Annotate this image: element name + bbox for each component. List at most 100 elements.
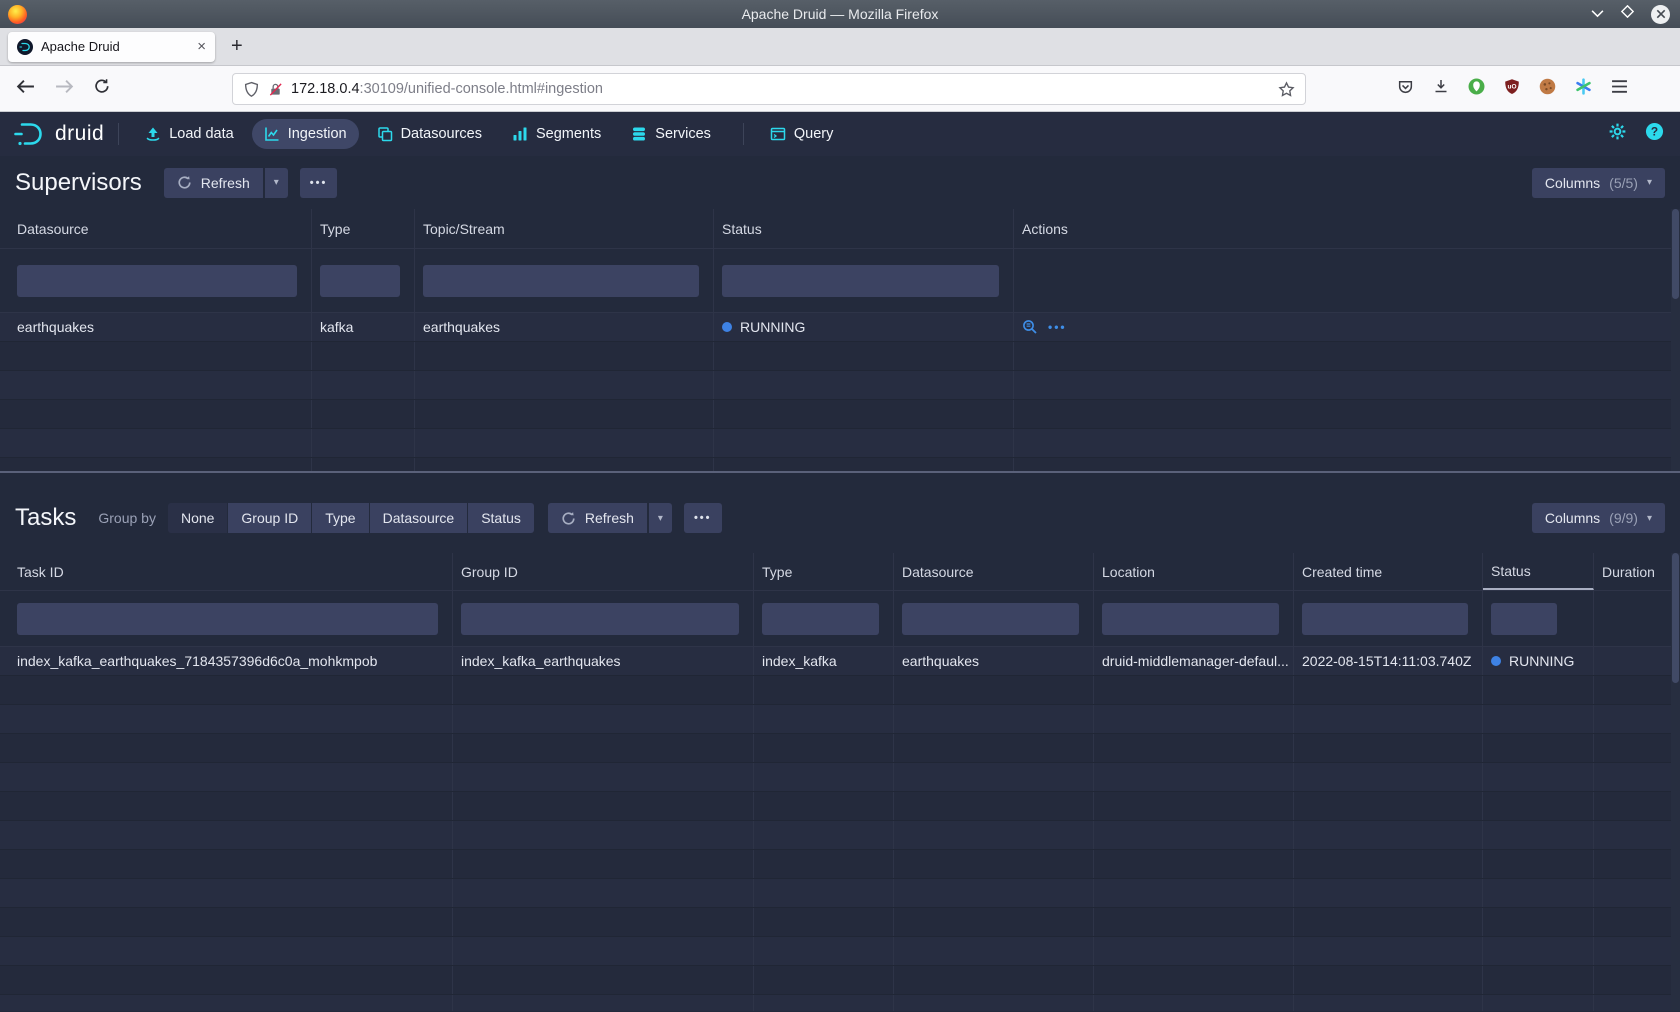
- extension-cookie-icon[interactable]: [1539, 78, 1556, 100]
- nav-item-datasources[interactable]: Datasources: [365, 119, 494, 149]
- extension-ublock-icon[interactable]: uO: [1504, 78, 1520, 100]
- status-filter-input[interactable]: [1491, 603, 1557, 635]
- type-filter-input[interactable]: [762, 603, 879, 635]
- column-header-status[interactable]: Status: [714, 209, 1014, 248]
- nav-item-load-data[interactable]: Load data: [133, 119, 246, 149]
- tracking-shield-icon[interactable]: [243, 81, 260, 98]
- row-more-actions-icon[interactable]: •••: [1048, 320, 1067, 334]
- column-header-created-time[interactable]: Created time: [1294, 553, 1483, 590]
- task-row[interactable]: index_kafka_earthquakes_7184357396d6c0a_…: [0, 647, 1680, 676]
- task-id[interactable]: index_kafka_earthquakes_7184357396d6c0a_…: [0, 647, 453, 675]
- group-by-status-button[interactable]: Status: [468, 503, 534, 533]
- close-button[interactable]: [1651, 5, 1670, 24]
- datasource-filter-input[interactable]: [17, 265, 297, 297]
- supervisors-refresh-button[interactable]: Refresh: [164, 168, 263, 198]
- maximize-button[interactable]: [1621, 5, 1634, 23]
- group-by-datasource-button[interactable]: Datasource: [370, 503, 468, 533]
- insecure-lock-icon[interactable]: [268, 82, 283, 97]
- tab-close-icon[interactable]: ×: [197, 39, 206, 54]
- empty-cell: [0, 850, 453, 878]
- datasource-filter-input[interactable]: [902, 603, 1079, 635]
- supervisors-more-button[interactable]: •••: [300, 168, 338, 198]
- nav-item-services[interactable]: Services: [619, 119, 723, 149]
- scrollbar-thumb[interactable]: [1672, 553, 1679, 683]
- tasks-scrollbar[interactable]: [1671, 553, 1680, 1011]
- status-filter-input[interactable]: [722, 265, 999, 297]
- nav-item-ingestion[interactable]: Ingestion: [252, 119, 359, 149]
- empty-cell: [1294, 763, 1483, 791]
- nav-item-query[interactable]: Query: [758, 119, 846, 149]
- empty-row: [0, 792, 1680, 821]
- supervisor-status[interactable]: RUNNING: [714, 313, 1014, 341]
- task-group-id[interactable]: index_kafka_earthquakes: [453, 647, 754, 675]
- group-by-group-id-button[interactable]: Group ID: [228, 503, 311, 533]
- group-by-type-button[interactable]: Type: [312, 503, 368, 533]
- browser-tab[interactable]: Apache Druid ×: [8, 32, 215, 62]
- column-header-type[interactable]: Type: [312, 209, 415, 248]
- location-filter-input[interactable]: [1102, 603, 1279, 635]
- supervisor-topic[interactable]: earthquakes: [415, 313, 714, 341]
- empty-cell: [415, 458, 714, 471]
- topic-stream-filter-input[interactable]: [423, 265, 699, 297]
- menu-hamburger-icon[interactable]: [1611, 79, 1628, 99]
- empty-cell: [1094, 821, 1294, 849]
- reload-button[interactable]: [94, 78, 110, 99]
- tasks-refresh-button[interactable]: Refresh: [548, 503, 647, 533]
- empty-cell: [0, 792, 453, 820]
- extension-spark-icon[interactable]: [1575, 78, 1592, 100]
- scrollbar-thumb[interactable]: [1672, 209, 1679, 299]
- tasks-refresh-dropdown-button[interactable]: ▾: [649, 503, 672, 533]
- empty-row: [0, 879, 1680, 908]
- supervisors-columns-button[interactable]: Columns (5/5) ▾: [1532, 168, 1665, 198]
- empty-cell: [1094, 995, 1294, 1011]
- task-location[interactable]: druid-middlemanager-defaul...: [1094, 647, 1294, 675]
- bookmark-star-icon[interactable]: [1278, 81, 1295, 98]
- column-header-duration[interactable]: Duration: [1594, 553, 1680, 590]
- settings-gear-icon[interactable]: [1608, 122, 1627, 146]
- column-header-topic-stream[interactable]: Topic/Stream: [415, 209, 714, 248]
- task-id-filter-input[interactable]: [17, 603, 438, 635]
- supervisor-datasource[interactable]: earthquakes: [0, 313, 312, 341]
- supervisors-refresh-dropdown-button[interactable]: ▾: [265, 168, 288, 198]
- group-by-none-button[interactable]: None: [168, 503, 227, 533]
- type-filter-input[interactable]: [320, 265, 400, 297]
- task-type[interactable]: index_kafka: [754, 647, 894, 675]
- column-header-location[interactable]: Location: [1094, 553, 1294, 590]
- column-header-actions: Actions: [1014, 209, 1680, 248]
- extension-ghostery-icon[interactable]: [1468, 78, 1485, 100]
- titlebar: Apache Druid — Mozilla Firefox: [0, 0, 1680, 28]
- empty-cell: [894, 734, 1094, 762]
- downloads-icon[interactable]: [1433, 78, 1449, 99]
- url-bar[interactable]: 172.18.0.4:30109/unified-console.html#in…: [232, 73, 1306, 105]
- new-tab-button[interactable]: +: [231, 35, 243, 58]
- empty-cell: [1294, 966, 1483, 994]
- url-toolbar: 172.18.0.4:30109/unified-console.html#in…: [0, 66, 1680, 112]
- tasks-more-button[interactable]: •••: [684, 503, 722, 533]
- help-icon[interactable]: ?: [1645, 122, 1664, 146]
- task-created-time[interactable]: 2022-08-15T14:11:03.740Z: [1294, 647, 1483, 675]
- created-time-filter-input[interactable]: [1302, 603, 1468, 635]
- column-header-datasource[interactable]: Datasource: [894, 553, 1094, 590]
- forward-button[interactable]: [55, 79, 74, 99]
- empty-cell: [754, 879, 894, 907]
- supervisors-filter-row: [0, 249, 1680, 313]
- column-header-group-id[interactable]: Group ID: [453, 553, 754, 590]
- supervisor-type[interactable]: kafka: [312, 313, 415, 341]
- task-status[interactable]: RUNNING: [1483, 647, 1594, 675]
- minimize-button[interactable]: [1591, 5, 1604, 23]
- task-datasource[interactable]: earthquakes: [894, 647, 1094, 675]
- column-header-status-sorted[interactable]: Status: [1483, 553, 1594, 590]
- tasks-columns-button[interactable]: Columns (9/9) ▾: [1532, 503, 1665, 533]
- druid-logo[interactable]: druid: [12, 121, 104, 147]
- supervisors-scrollbar[interactable]: [1671, 209, 1680, 471]
- column-header-task-id[interactable]: Task ID: [0, 553, 453, 590]
- supervisor-row[interactable]: earthquakes kafka earthquakes RUNNING ••…: [0, 313, 1680, 342]
- back-button[interactable]: [16, 79, 35, 99]
- group-id-filter-input[interactable]: [461, 603, 739, 635]
- view-details-magnifier-icon[interactable]: [1022, 319, 1038, 335]
- empty-cell: [453, 676, 754, 704]
- column-header-type[interactable]: Type: [754, 553, 894, 590]
- pocket-icon[interactable]: [1397, 78, 1414, 100]
- nav-item-segments[interactable]: Segments: [500, 119, 613, 149]
- column-header-datasource[interactable]: Datasource: [0, 209, 312, 248]
